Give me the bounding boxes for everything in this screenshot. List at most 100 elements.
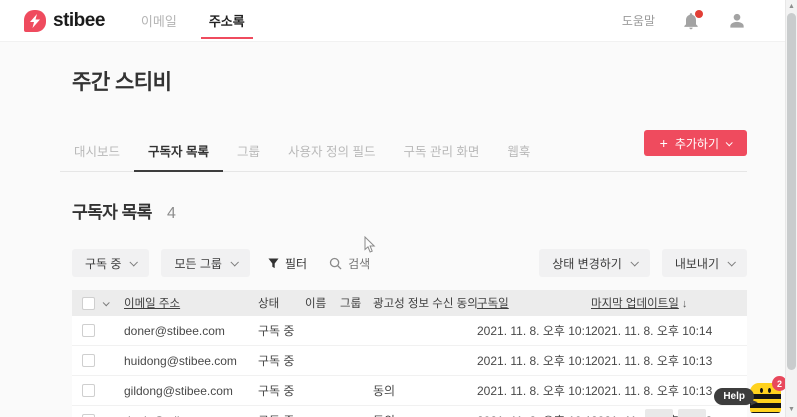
tab-dashboard[interactable]: 대시보드 xyxy=(60,133,134,171)
group-filter-dropdown[interactable]: 모든 그룹 xyxy=(161,249,250,277)
chevron-down-icon xyxy=(725,138,733,146)
row-select-cell xyxy=(72,354,124,367)
table-row[interactable]: huidong@stibee.com 구독 중 2021. 11. 8. 오후 … xyxy=(72,346,747,376)
chevron-down-icon xyxy=(630,258,639,267)
add-button-label: 추가하기 xyxy=(674,136,719,151)
help-widget[interactable]: Help 2 xyxy=(714,376,787,413)
sort-desc-arrow-icon: ↓ xyxy=(681,298,688,310)
pagination-button[interactable] xyxy=(645,409,673,417)
column-group: 그룹 xyxy=(340,298,362,310)
select-all-checkbox[interactable] xyxy=(82,296,95,310)
change-status-button[interactable]: 상태 변경하기 xyxy=(539,249,650,277)
tab-group[interactable]: 그룹 xyxy=(223,133,274,171)
pagination-button[interactable] xyxy=(678,409,706,417)
tab-custom-fields[interactable]: 사용자 정의 필드 xyxy=(274,133,389,171)
bee-eye xyxy=(760,388,763,393)
tab-subscriber-list[interactable]: 구독자 목록 xyxy=(134,133,223,172)
header-select-cell xyxy=(72,296,124,310)
column-status: 상태 xyxy=(258,298,280,310)
change-status-label: 상태 변경하기 xyxy=(552,256,622,271)
help-bubble[interactable]: Help xyxy=(714,388,754,405)
screen: stibee 이메일 주소록 도움말 주간 스티비 대시보드 구독자 목록 그룹… xyxy=(0,0,797,417)
scroll-up-arrow-icon[interactable]: ▲ xyxy=(786,3,797,11)
notification-bell-icon[interactable] xyxy=(681,9,703,31)
cell-email: doner@stibee.com xyxy=(124,323,225,338)
column-consent: 광고성 정보 수신 동의 xyxy=(373,298,477,310)
top-navbar: stibee 이메일 주소록 도움말 xyxy=(0,0,797,42)
table-row[interactable]: gildong@stibee.com 구독 중 동의 2021. 11. 8. … xyxy=(72,376,747,406)
row-select-cell xyxy=(72,324,124,337)
add-button[interactable]: + 추가하기 xyxy=(643,130,747,156)
column-updated-date[interactable]: 마지막 업데이트일 ↓ xyxy=(591,295,747,311)
toolbar-right: 상태 변경하기 내보내기 xyxy=(539,249,747,277)
funnel-icon xyxy=(268,257,279,268)
column-subscribed-date[interactable]: 구독일 xyxy=(477,295,591,311)
navbar-right: 도움말 xyxy=(622,9,773,31)
table-row[interactable]: doner@stibee.com 구독 중 2021. 11. 8. 오후 10… xyxy=(72,316,747,346)
search-button[interactable]: 검색 xyxy=(329,255,370,272)
row-checkbox[interactable] xyxy=(82,354,95,367)
cell-status: 구독 중 xyxy=(258,412,305,417)
cell-email: dooly@stibee.com xyxy=(124,414,258,417)
cell-updated: 2021. 11. 8. 오후 10:14 xyxy=(591,324,713,338)
status-filter-value: 구독 중 xyxy=(85,256,122,271)
cell-status: 구독 중 xyxy=(258,324,295,338)
column-updated-label: 마지막 업데이트일 xyxy=(591,298,679,310)
cell-consent: 동의 xyxy=(373,384,396,398)
tabbar: 대시보드 구독자 목록 그룹 사용자 정의 필드 구독 관리 화면 웹훅 + 추… xyxy=(60,130,747,172)
list-title: 구독자 목록 xyxy=(72,203,152,222)
cell-subscribed: 2021. 11. 8. 오후 10:13 xyxy=(477,384,591,398)
row-checkbox[interactable] xyxy=(82,384,95,397)
cell-subscribed: 2021. 11. 8. 오후 10:12 xyxy=(477,412,591,417)
logo-text: stibee xyxy=(53,9,105,31)
cell-subscribed: 2021. 11. 8. 오후 10:14 xyxy=(477,324,591,338)
status-filter-dropdown[interactable]: 구독 중 xyxy=(72,249,150,277)
bee-eye xyxy=(768,388,771,393)
scrollbar-thumb[interactable] xyxy=(787,13,796,370)
bee-mascot-icon[interactable]: 2 xyxy=(750,376,787,413)
cell-updated: 2021. 11. 8. 오후 10:13 xyxy=(591,354,713,368)
toolbar: 구독 중 모든 그룹 필터 검색 상태 변경하기 내보내기 xyxy=(72,249,747,277)
help-link[interactable]: 도움말 xyxy=(622,12,655,29)
filter-button[interactable]: 필터 xyxy=(268,255,307,272)
main-nav: 이메일 주소록 xyxy=(141,0,253,42)
plus-icon: + xyxy=(659,135,668,151)
cell-consent: 동의 xyxy=(373,412,477,417)
nav-item-email[interactable]: 이메일 xyxy=(141,0,177,42)
page-title: 주간 스티비 xyxy=(72,71,172,94)
cell-email: gildong@stibee.com xyxy=(124,383,233,398)
select-options-chevron-icon[interactable] xyxy=(102,298,110,306)
chevron-down-icon xyxy=(727,258,736,267)
row-checkbox[interactable] xyxy=(82,324,95,337)
search-icon xyxy=(329,257,342,270)
list-header: 구독자 목록 4 xyxy=(72,198,747,223)
cell-status: 구독 중 xyxy=(258,354,295,368)
scrollbar: ▲ ▼ xyxy=(785,0,797,417)
subscriber-table: 이메일 주소 상태 이름 그룹 광고성 정보 수신 동의 구독일 마지막 업데이… xyxy=(72,290,747,417)
column-email[interactable]: 이메일 주소 xyxy=(124,295,258,311)
search-label: 검색 xyxy=(348,256,371,271)
row-select-cell xyxy=(72,384,124,397)
chevron-down-icon xyxy=(129,258,139,267)
cell-email: huidong@stibee.com xyxy=(124,353,237,368)
scroll-down-arrow-icon[interactable]: ▼ xyxy=(786,406,797,414)
stibee-logo[interactable]: stibee xyxy=(24,9,105,32)
filter-label: 필터 xyxy=(284,256,308,271)
account-icon[interactable] xyxy=(727,11,747,31)
chevron-down-icon xyxy=(230,258,239,267)
subscriber-count: 4 xyxy=(166,205,176,222)
tab-subscription-page[interactable]: 구독 관리 화면 xyxy=(389,133,493,171)
export-label: 내보내기 xyxy=(674,256,719,271)
column-name: 이름 xyxy=(305,298,327,310)
tab-webhook[interactable]: 웹훅 xyxy=(493,133,544,171)
nav-item-addressbook[interactable]: 주소록 xyxy=(200,0,253,42)
group-filter-value: 모든 그룹 xyxy=(174,256,222,271)
pagination xyxy=(645,409,706,417)
stibee-logo-icon xyxy=(24,9,46,32)
table-header-row: 이메일 주소 상태 이름 그룹 광고성 정보 수신 동의 구독일 마지막 업데이… xyxy=(72,290,747,316)
cell-subscribed: 2021. 11. 8. 오후 10:13 xyxy=(477,354,591,368)
cell-status: 구독 중 xyxy=(258,384,295,398)
export-button[interactable]: 내보내기 xyxy=(661,249,747,277)
main-content: 주간 스티비 대시보드 구독자 목록 그룹 사용자 정의 필드 구독 관리 화면… xyxy=(0,66,797,417)
notification-dot xyxy=(695,9,703,18)
